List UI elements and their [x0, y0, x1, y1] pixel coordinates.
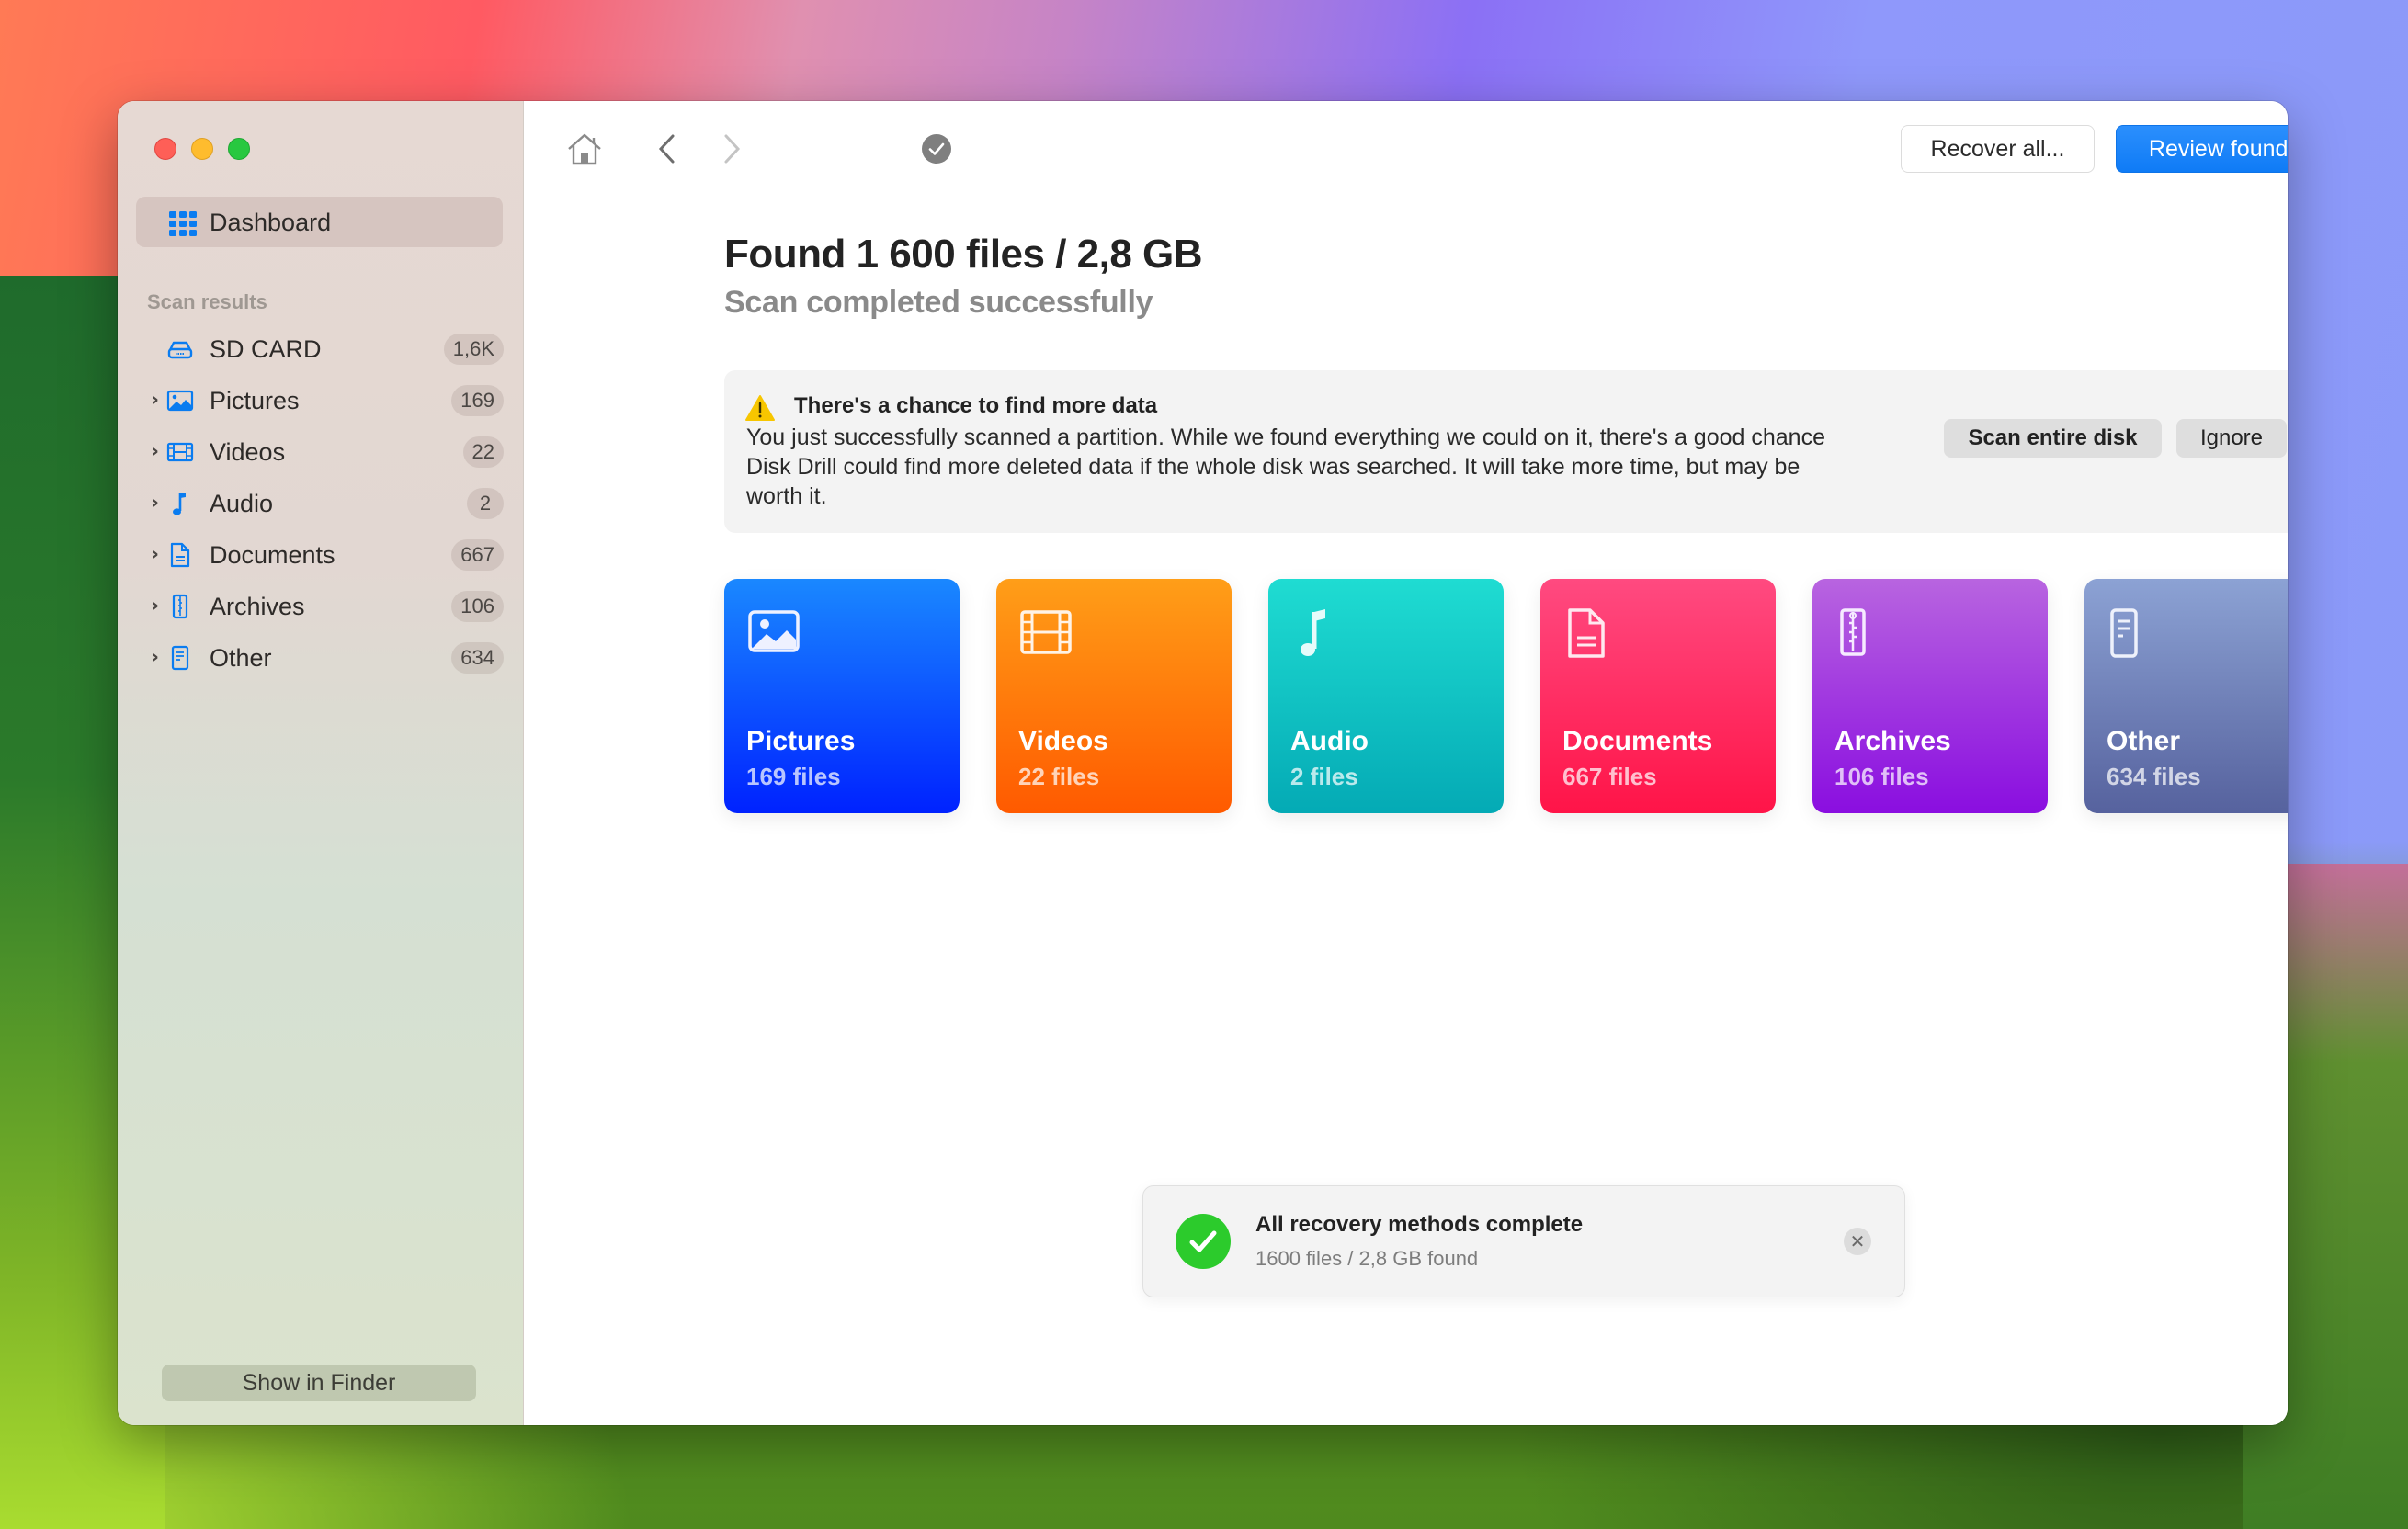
banner-text: You just successfully scanned a partitio…	[746, 425, 1825, 509]
sidebar-item-label: Archives	[210, 593, 305, 620]
card-count: 22 files	[1018, 763, 1100, 790]
card-title: Audio	[1290, 726, 1369, 756]
count-badge: 667	[451, 539, 504, 571]
sidebar: Dashboard Scan results SD CARD 1,6K › Pi…	[118, 101, 524, 1425]
more-data-banner: There's a chance to find more data You j…	[724, 370, 2288, 533]
recovery-complete-toast: All recovery methods complete 1600 files…	[1142, 1185, 1905, 1297]
show-in-finder-button[interactable]: Show in Finder	[162, 1365, 476, 1401]
card-title: Videos	[1018, 726, 1108, 756]
sidebar-item-label: Audio	[210, 490, 274, 517]
card-title: Other	[2107, 726, 2181, 756]
minimize-window-button[interactable]	[191, 138, 213, 160]
review-found-items-button[interactable]: Review found items	[2116, 125, 2288, 173]
toast-subtitle: 1600 files / 2,8 GB found	[1255, 1247, 1479, 1270]
main-content: Recover all... Review found items Found …	[524, 101, 2288, 1425]
count-badge: 22	[462, 436, 504, 468]
film-icon	[1020, 610, 1072, 654]
app-window: Dashboard Scan results SD CARD 1,6K › Pi…	[118, 101, 2288, 1425]
card-title: Documents	[1562, 726, 1713, 756]
sidebar-item-label: Dashboard	[210, 209, 332, 236]
sidebar-item-sd-card[interactable]: SD CARD 1,6K	[118, 327, 524, 371]
close-icon[interactable]: ✕	[1844, 1228, 1871, 1255]
document-icon	[170, 542, 190, 568]
sidebar-item-audio[interactable]: › Audio 2	[118, 481, 524, 526]
page-title: Found 1 600 files / 2,8 GB	[724, 232, 1203, 277]
card-pictures[interactable]: Pictures 169 files	[724, 579, 960, 813]
sidebar-item-label: Documents	[210, 541, 335, 569]
card-count: 634 files	[2107, 763, 2201, 790]
card-title: Archives	[1834, 726, 1951, 756]
chevron-right-icon[interactable]: ›	[151, 543, 159, 566]
music-note-icon	[1301, 609, 1325, 656]
chevron-right-icon[interactable]: ›	[151, 646, 159, 669]
toast-title: All recovery methods complete	[1255, 1212, 1584, 1237]
card-count: 2 files	[1290, 763, 1358, 790]
card-videos[interactable]: Videos 22 files	[996, 579, 1232, 813]
music-note-icon	[173, 493, 186, 515]
close-window-button[interactable]	[154, 138, 176, 160]
zoom-window-button[interactable]	[228, 138, 250, 160]
card-count: 169 files	[746, 763, 841, 790]
chevron-right-icon[interactable]: ›	[151, 440, 159, 463]
success-check-icon	[1176, 1214, 1231, 1269]
picture-icon	[166, 390, 194, 412]
card-audio[interactable]: Audio 2 files	[1268, 579, 1504, 813]
back-icon[interactable]	[653, 130, 680, 167]
forward-icon[interactable]	[719, 130, 746, 167]
chevron-right-icon[interactable]: ›	[151, 595, 159, 617]
sidebar-item-label: Other	[210, 644, 272, 672]
card-archives[interactable]: Archives 106 files	[1812, 579, 2048, 813]
sidebar-item-pictures[interactable]: › Pictures 169	[118, 379, 524, 423]
picture-icon	[748, 610, 800, 652]
sidebar-item-dashboard[interactable]: Dashboard	[136, 197, 503, 247]
recover-all-button[interactable]: Recover all...	[1901, 125, 2095, 173]
banner-title: There's a chance to find more data	[794, 393, 1158, 418]
sidebar-item-label: Pictures	[210, 387, 300, 414]
count-badge: 106	[451, 591, 504, 622]
sidebar-item-documents[interactable]: › Documents 667	[118, 533, 524, 577]
card-count: 106 files	[1834, 763, 1929, 790]
chevron-right-icon[interactable]: ›	[151, 492, 159, 515]
sidebar-item-label: SD CARD	[210, 335, 322, 363]
archive-icon	[172, 594, 188, 619]
count-badge: 169	[451, 385, 504, 416]
sidebar-item-other[interactable]: › Other 634	[118, 636, 524, 680]
count-badge: 1,6K	[443, 334, 504, 365]
file-icon	[2110, 608, 2138, 658]
document-icon	[1568, 608, 1605, 658]
status-check-icon[interactable]	[921, 133, 952, 164]
grid-icon	[169, 211, 197, 236]
card-count: 667 files	[1562, 763, 1657, 790]
category-cards: Pictures 169 files Videos 22 files Audio…	[724, 579, 2288, 813]
scan-results-heading: Scan results	[147, 290, 267, 313]
scan-entire-disk-button[interactable]: Scan entire disk	[1944, 419, 2162, 458]
ignore-button[interactable]: Ignore	[2176, 419, 2287, 458]
sidebar-item-label: Videos	[210, 438, 286, 466]
film-icon	[166, 442, 194, 462]
chevron-right-icon[interactable]: ›	[151, 389, 159, 412]
card-other[interactable]: Other 634 files	[2084, 579, 2288, 813]
count-badge: 634	[451, 642, 504, 674]
card-documents[interactable]: Documents 667 files	[1540, 579, 1776, 813]
sidebar-item-archives[interactable]: › Archives 106	[118, 584, 524, 629]
file-icon	[171, 645, 189, 671]
card-title: Pictures	[746, 726, 856, 756]
sidebar-item-videos[interactable]: › Videos 22	[118, 430, 524, 474]
archive-icon	[1840, 608, 1866, 656]
page-subtitle: Scan completed successfully	[724, 285, 1153, 320]
warning-icon	[745, 395, 775, 421]
drive-icon	[167, 341, 193, 359]
count-badge: 2	[467, 488, 504, 519]
home-icon[interactable]	[565, 130, 604, 167]
